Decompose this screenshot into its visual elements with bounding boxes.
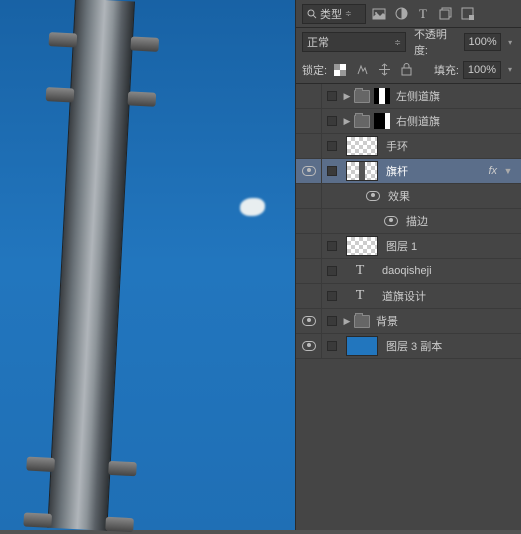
visibility-toggle[interactable] <box>296 284 322 308</box>
layer-thumbnail[interactable] <box>346 336 378 356</box>
chevron-down-icon: ≑ <box>394 38 401 47</box>
eye-icon[interactable] <box>384 216 398 226</box>
filter-toolbar: 类型 ≑ T <box>296 0 521 28</box>
layer-checkbox[interactable] <box>322 116 342 126</box>
layer-daoqisheji-en[interactable]: T daoqisheji <box>296 259 521 284</box>
filter-type-icon[interactable]: T <box>414 5 432 23</box>
disclosure-triangle[interactable]: ▶ <box>342 316 352 327</box>
visibility-toggle[interactable] <box>296 309 322 333</box>
lock-position-icon[interactable] <box>375 61 393 79</box>
layer-daoqisheji-cn[interactable]: T 道旗设计 <box>296 284 521 309</box>
layer-name[interactable]: 图层 3 副本 <box>382 338 515 354</box>
fx-badge[interactable]: fx <box>484 165 501 177</box>
layer-background[interactable]: ▶ 背景 <box>296 309 521 334</box>
layer-name[interactable]: daoqisheji <box>378 265 515 277</box>
chevron-down-icon[interactable]: ▾ <box>505 38 515 47</box>
layer-name[interactable]: 旗杆 <box>382 163 484 179</box>
folder-icon <box>354 90 370 103</box>
layer-pole[interactable]: 旗杆 fx ▼ <box>296 159 521 184</box>
layer-thumbnail[interactable] <box>346 136 378 156</box>
layer-name[interactable]: 手环 <box>382 138 515 154</box>
layer-effects[interactable]: 效果 <box>296 184 521 209</box>
visibility-toggle[interactable] <box>296 84 322 108</box>
opacity-label: 不透明度: <box>414 26 460 58</box>
layer-filter-select[interactable]: 类型 ≑ <box>302 4 366 24</box>
eye-icon <box>302 341 316 351</box>
layer-left-flag[interactable]: ▶ 左侧道旗 <box>296 84 521 109</box>
eye-icon[interactable] <box>366 191 380 201</box>
layer-checkbox[interactable] <box>322 241 342 251</box>
layer-checkbox[interactable] <box>322 141 342 151</box>
disclosure-triangle[interactable]: ▶ <box>342 91 352 102</box>
blend-mode-value: 正常 <box>307 34 329 50</box>
chevron-down-icon: ≑ <box>345 9 352 18</box>
type-layer-icon: T <box>346 263 374 279</box>
layer-thumbnail[interactable] <box>346 161 378 181</box>
effect-name: 效果 <box>388 188 515 204</box>
fill-label: 填充: <box>434 62 459 78</box>
search-icon <box>307 9 317 19</box>
eye-icon <box>302 316 316 326</box>
layer-checkbox[interactable] <box>322 291 342 301</box>
visibility-toggle[interactable] <box>296 209 322 233</box>
layer-name[interactable]: 左侧道旗 <box>392 88 515 104</box>
layer-checkbox[interactable] <box>322 316 342 326</box>
visibility-toggle[interactable] <box>296 134 322 158</box>
chevron-down-icon[interactable]: ▾ <box>505 65 515 74</box>
blend-toolbar: 正常 ≑ 不透明度: 100% ▾ <box>296 28 521 56</box>
lock-label: 锁定: <box>302 62 327 78</box>
lock-toolbar: 锁定: 填充: 100% ▾ <box>296 56 521 84</box>
visibility-toggle[interactable] <box>296 334 322 358</box>
filter-adjustment-icon[interactable] <box>392 5 410 23</box>
visibility-toggle[interactable] <box>296 234 322 258</box>
layer-name[interactable]: 道旗设计 <box>378 288 515 304</box>
type-layer-icon: T <box>346 288 374 304</box>
opacity-value[interactable]: 100% <box>464 33 501 51</box>
layer-mask-thumbnail[interactable] <box>374 88 390 104</box>
visibility-toggle[interactable] <box>296 184 322 208</box>
layer-checkbox[interactable] <box>322 266 342 276</box>
layer-layer3copy[interactable]: 图层 3 副本 <box>296 334 521 359</box>
filter-pixel-icon[interactable] <box>370 5 388 23</box>
layer-name[interactable]: 背景 <box>372 313 515 329</box>
layer-ring[interactable]: 手环 <box>296 134 521 159</box>
filter-smartobject-icon[interactable] <box>458 5 476 23</box>
lock-transparency-icon[interactable] <box>331 61 349 79</box>
fill-value[interactable]: 100% <box>463 61 501 79</box>
eye-icon <box>302 166 316 176</box>
layer-checkbox[interactable] <box>322 166 342 176</box>
lock-all-icon[interactable] <box>397 61 415 79</box>
blend-mode-select[interactable]: 正常 ≑ <box>302 32 406 52</box>
folder-icon <box>354 115 370 128</box>
layer-thumbnail[interactable] <box>346 236 378 256</box>
folder-icon <box>354 315 370 328</box>
layers-list[interactable]: ▶ 左侧道旗 ▶ 右侧道旗 手环 旗杆 fx ▼ <box>296 84 521 530</box>
layer-stroke[interactable]: 描边 <box>296 209 521 234</box>
disclosure-triangle[interactable]: ▶ <box>342 116 352 127</box>
layer-mask-thumbnail[interactable] <box>374 113 390 129</box>
layer-name[interactable]: 右侧道旗 <box>392 113 515 129</box>
fx-disclosure[interactable]: ▼ <box>501 166 515 176</box>
document-canvas[interactable] <box>0 0 295 530</box>
visibility-toggle[interactable] <box>296 109 322 133</box>
layer-checkbox[interactable] <box>322 341 342 351</box>
pole-graphic <box>47 0 135 531</box>
filter-shape-icon[interactable] <box>436 5 454 23</box>
layers-panel: 类型 ≑ T 正常 ≑ 不透明度: 100% ▾ 锁定: 填充: 100% ▾ <box>295 0 521 530</box>
layer-right-flag[interactable]: ▶ 右侧道旗 <box>296 109 521 134</box>
visibility-toggle[interactable] <box>296 159 322 183</box>
visibility-toggle[interactable] <box>296 259 322 283</box>
effect-name: 描边 <box>406 213 515 229</box>
lock-image-icon[interactable] <box>353 61 371 79</box>
filter-label: 类型 <box>320 6 342 22</box>
layer-name[interactable]: 图层 1 <box>382 238 515 254</box>
layer-checkbox[interactable] <box>322 91 342 101</box>
layer-layer1[interactable]: 图层 1 <box>296 234 521 259</box>
